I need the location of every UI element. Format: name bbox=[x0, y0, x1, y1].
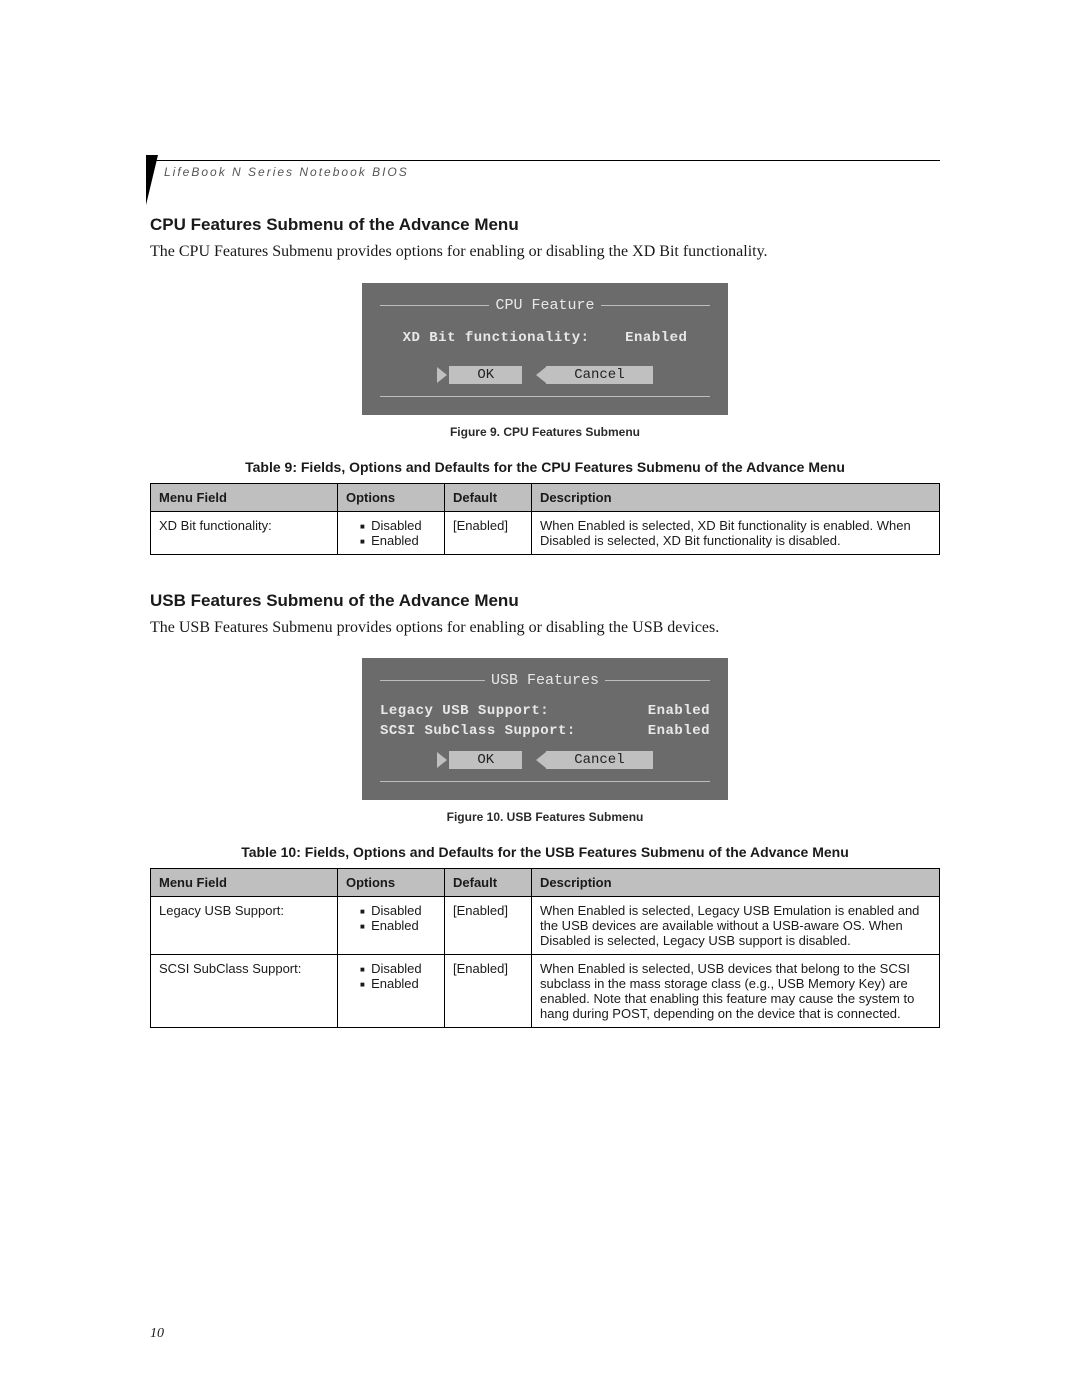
bios-usb-features-dialog: USB Features Legacy USB Support: Enabled… bbox=[362, 658, 728, 800]
bios-scsi-label: SCSI SubClass Support: bbox=[380, 723, 576, 739]
arrow-left-icon bbox=[536, 752, 546, 768]
option-item: Disabled bbox=[360, 903, 436, 918]
option-item: Enabled bbox=[360, 918, 436, 933]
td-desc: When Enabled is selected, USB devices th… bbox=[532, 955, 940, 1028]
section-body-usb: The USB Features Submenu provides option… bbox=[150, 617, 940, 639]
ok-button[interactable]: OK bbox=[449, 366, 522, 384]
table-9-caption: Table 9: Fields, Options and Defaults fo… bbox=[150, 459, 940, 475]
bios-scsi-value[interactable]: Enabled bbox=[648, 723, 710, 739]
td-menu: XD Bit functionality: bbox=[151, 511, 338, 554]
arrow-right-icon bbox=[437, 752, 447, 768]
td-menu: SCSI SubClass Support: bbox=[151, 955, 338, 1028]
bios-xdbit-label: XD Bit functionality: bbox=[403, 330, 590, 346]
td-desc: When Enabled is selected, Legacy USB Emu… bbox=[532, 897, 940, 955]
bios-legacy-usb-value[interactable]: Enabled bbox=[648, 703, 710, 719]
bios-xdbit-value[interactable]: Enabled bbox=[625, 330, 687, 346]
section-body-cpu: The CPU Features Submenu provides option… bbox=[150, 241, 940, 263]
option-item: Disabled bbox=[360, 518, 436, 533]
table-row: SCSI SubClass Support: Disabled Enabled … bbox=[151, 955, 940, 1028]
th-desc: Description bbox=[532, 483, 940, 511]
running-head: LifeBook N Series Notebook BIOS bbox=[150, 163, 940, 179]
table-row: Legacy USB Support: Disabled Enabled [En… bbox=[151, 897, 940, 955]
th-options: Options bbox=[338, 869, 445, 897]
section-title-usb: USB Features Submenu of the Advance Menu bbox=[150, 591, 940, 611]
arrow-left-icon bbox=[536, 367, 546, 383]
bios-dialog-title: CPU Feature bbox=[495, 297, 594, 314]
page-number: 10 bbox=[150, 1326, 164, 1342]
th-default: Default bbox=[445, 869, 532, 897]
td-default: [Enabled] bbox=[445, 511, 532, 554]
cancel-button[interactable]: Cancel bbox=[546, 366, 652, 384]
table-10: Menu Field Options Default Description L… bbox=[150, 868, 940, 1028]
table-10-caption: Table 10: Fields, Options and Defaults f… bbox=[150, 844, 940, 860]
td-desc: When Enabled is selected, XD Bit functio… bbox=[532, 511, 940, 554]
td-options: Disabled Enabled bbox=[338, 955, 445, 1028]
th-options: Options bbox=[338, 483, 445, 511]
figure-9-caption: Figure 9. CPU Features Submenu bbox=[150, 425, 940, 439]
td-menu: Legacy USB Support: bbox=[151, 897, 338, 955]
crop-mark-icon bbox=[146, 155, 158, 205]
th-default: Default bbox=[445, 483, 532, 511]
th-desc: Description bbox=[532, 869, 940, 897]
header-rule bbox=[150, 160, 940, 161]
option-item: Enabled bbox=[360, 533, 436, 548]
cancel-button[interactable]: Cancel bbox=[546, 751, 652, 769]
table-9: Menu Field Options Default Description X… bbox=[150, 483, 940, 555]
section-title-cpu: CPU Features Submenu of the Advance Menu bbox=[150, 215, 940, 235]
option-item: Enabled bbox=[360, 976, 436, 991]
td-options: Disabled Enabled bbox=[338, 897, 445, 955]
bios-cpu-feature-dialog: CPU Feature XD Bit functionality: Enable… bbox=[362, 283, 728, 415]
bios-dialog-title: USB Features bbox=[491, 672, 599, 689]
td-default: [Enabled] bbox=[445, 955, 532, 1028]
th-menu: Menu Field bbox=[151, 869, 338, 897]
figure-10-caption: Figure 10. USB Features Submenu bbox=[150, 810, 940, 824]
ok-button[interactable]: OK bbox=[449, 751, 522, 769]
option-item: Disabled bbox=[360, 961, 436, 976]
table-row: XD Bit functionality: Disabled Enabled [… bbox=[151, 511, 940, 554]
bios-legacy-usb-label: Legacy USB Support: bbox=[380, 703, 549, 719]
td-options: Disabled Enabled bbox=[338, 511, 445, 554]
th-menu: Menu Field bbox=[151, 483, 338, 511]
arrow-right-icon bbox=[437, 367, 447, 383]
td-default: [Enabled] bbox=[445, 897, 532, 955]
